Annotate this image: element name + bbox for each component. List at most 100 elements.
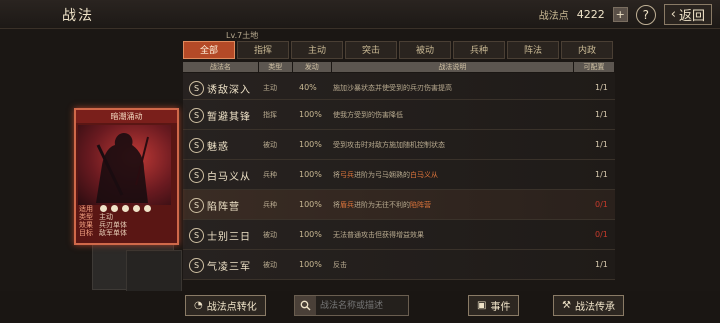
tactic-list[interactable]: S 诱敌深入 主动 40% 施加沙暴状态并使受到的兵刃伤害提高 1/1 S 暂避… xyxy=(183,73,615,291)
grade-badge: S xyxy=(189,138,204,153)
tactic-name: 白马义从 xyxy=(207,172,251,183)
card-title: 暗潮涌动 xyxy=(76,110,177,123)
stat-target: 目标 敌军单体 xyxy=(79,229,127,237)
tactic-trigger: 100% xyxy=(299,170,322,179)
header-type: 类型 xyxy=(258,62,292,72)
table-row[interactable]: S 陷阵营 兵种 100% 将盾兵进阶为无往不利的陷阵营 0/1 xyxy=(183,190,615,220)
tactic-configurable: 1/1 xyxy=(595,260,608,269)
tab-internal[interactable]: 内政 xyxy=(561,41,613,59)
page-title: 战法 xyxy=(62,8,94,24)
tab-all[interactable]: 全部 xyxy=(183,41,235,59)
table-row[interactable]: S 魅惑 被动 100% 受到攻击时对敌方施加随机控制状态 1/1 xyxy=(183,130,615,160)
back-button[interactable]: ‹ 返回 xyxy=(663,4,712,25)
warrior-silhouette-icon xyxy=(96,133,149,203)
top-bar: 战法 战法点 4222 + ? ‹ 返回 xyxy=(0,0,720,29)
tactic-name: 魅惑 xyxy=(207,142,229,153)
back-arrow-icon: ‹ xyxy=(670,7,676,22)
back-label: 返回 xyxy=(678,9,705,24)
tactic-name: 诱敌深入 xyxy=(207,85,251,96)
convert-icon: ◔ xyxy=(194,300,203,311)
tactic-name: 士别三日 xyxy=(207,232,251,243)
tab-active[interactable]: 主动 xyxy=(291,41,343,59)
table-row[interactable]: S 士别三日 被动 100% 无法普通攻击但获得增益效果 0/1 xyxy=(183,220,615,250)
tactic-name: 陷阵营 xyxy=(207,202,240,213)
card-illustration xyxy=(78,125,171,205)
tab-troop[interactable]: 兵种 xyxy=(453,41,505,59)
tactic-configurable: 1/1 xyxy=(595,83,608,92)
table-row[interactable]: S 气凌三军 被动 100% 反击 1/1 xyxy=(183,250,615,280)
effect-icon xyxy=(133,205,140,212)
table-header: 战法名 类型 发动 战法说明 可配置 xyxy=(183,62,615,72)
tab-passive[interactable]: 被动 xyxy=(399,41,451,59)
table-row[interactable]: S 暂避其锋 指挥 100% 使我方受到的伤害降低 1/1 xyxy=(183,100,615,130)
tactic-trigger: 40% xyxy=(299,83,317,92)
header-name: 战法名 xyxy=(183,62,258,72)
tactic-trigger: 100% xyxy=(299,200,322,209)
tab-command[interactable]: 指挥 xyxy=(237,41,289,59)
search-box[interactable] xyxy=(294,295,409,316)
header-description: 战法说明 xyxy=(331,62,574,72)
stat-effect: 效果 兵刃单体 xyxy=(79,221,127,229)
tactic-configurable: 0/1 xyxy=(595,200,608,209)
tactic-type: 指挥 xyxy=(263,111,277,119)
tactic-configurable: 1/1 xyxy=(595,110,608,119)
hammer-icon: ⚒ xyxy=(562,300,571,311)
tactic-description: 将弓兵进阶为弓马娴熟的白马义从 xyxy=(333,171,438,179)
tactic-type: 被动 xyxy=(263,231,277,239)
tactic-name: 气凌三军 xyxy=(207,262,251,273)
events-button[interactable]: ▣ 事件 xyxy=(468,295,520,316)
convert-points-button[interactable]: ◔ 战法点转化 xyxy=(185,295,266,316)
level-text: Lv.7土地 xyxy=(226,31,259,40)
effect-icon xyxy=(144,205,151,212)
header-configurable: 可配置 xyxy=(574,62,614,72)
tactic-description: 将盾兵进阶为无往不利的陷阵营 xyxy=(333,201,431,209)
table-row[interactable]: S 诱敌深入 主动 40% 施加沙暴状态并使受到的兵刃伤害提高 1/1 xyxy=(183,73,615,100)
tactic-type: 兵种 xyxy=(263,171,277,179)
tactic-type: 被动 xyxy=(263,141,277,149)
tactic-type: 主动 xyxy=(263,84,277,92)
tactic-type: 被动 xyxy=(263,261,277,269)
header-trigger: 发动 xyxy=(292,62,331,72)
tactic-type: 兵种 xyxy=(263,201,277,209)
tactic-name: 暂避其锋 xyxy=(207,112,251,123)
stat-applicable: 适用 xyxy=(79,205,93,213)
tab-bar: 全部 指挥 主动 突击 被动 兵种 阵法 内政 xyxy=(183,41,615,59)
tactic-description: 受到攻击时对敌方施加随机控制状态 xyxy=(333,141,445,149)
tactic-description: 无法普通攻击但获得增益效果 xyxy=(333,231,424,239)
tab-formation[interactable]: 阵法 xyxy=(507,41,559,59)
events-icon: ▣ xyxy=(477,300,487,311)
grade-badge: S xyxy=(189,168,204,183)
grade-badge: S xyxy=(189,108,204,123)
tactic-card[interactable]: 暗潮涌动 适用 类型 主动 效果 兵刃单体 目标 敌军单体 xyxy=(74,108,179,245)
header-actions: 战法点 4222 + ? ‹ 返回 xyxy=(539,4,712,25)
tactic-description: 反击 xyxy=(333,261,347,269)
tactic-configurable: 0/1 xyxy=(595,230,608,239)
stat-type: 类型 主动 xyxy=(79,213,113,221)
help-button[interactable]: ? xyxy=(635,4,656,25)
tactic-description: 施加沙暴状态并使受到的兵刃伤害提高 xyxy=(333,84,452,92)
table-row[interactable]: S 白马义从 兵种 100% 将弓兵进阶为弓马娴熟的白马义从 1/1 xyxy=(183,160,615,190)
points-label: 战法点 xyxy=(538,11,569,22)
tactic-description: 使我方受到的伤害降低 xyxy=(333,111,403,119)
add-points-button[interactable]: + xyxy=(612,7,628,22)
tactic-trigger: 100% xyxy=(299,260,322,269)
tactic-trigger: 100% xyxy=(299,230,322,239)
grade-badge: S xyxy=(189,198,204,213)
tactic-configurable: 1/1 xyxy=(595,140,608,149)
search-icon[interactable] xyxy=(295,296,316,315)
tactic-trigger: 100% xyxy=(299,140,322,149)
search-input[interactable] xyxy=(316,299,407,312)
tactic-configurable: 1/1 xyxy=(595,170,608,179)
points-value: 4222 xyxy=(576,8,605,21)
bottom-bar: ◔ 战法点转化 ▣ 事件 ⚒ 战法传承 xyxy=(0,291,720,323)
grade-badge: S xyxy=(189,81,204,96)
events-label: 事件 xyxy=(490,302,511,313)
convert-label: 战法点转化 xyxy=(206,302,257,313)
tab-assault[interactable]: 突击 xyxy=(345,41,397,59)
grade-badge: S xyxy=(189,228,204,243)
inherit-label: 战法传承 xyxy=(574,302,615,313)
grade-badge: S xyxy=(189,258,204,273)
tactic-trigger: 100% xyxy=(299,110,322,119)
inherit-button[interactable]: ⚒ 战法传承 xyxy=(553,295,624,316)
card-stats: 适用 类型 主动 效果 兵刃单体 目标 敌军单体 xyxy=(79,205,127,237)
